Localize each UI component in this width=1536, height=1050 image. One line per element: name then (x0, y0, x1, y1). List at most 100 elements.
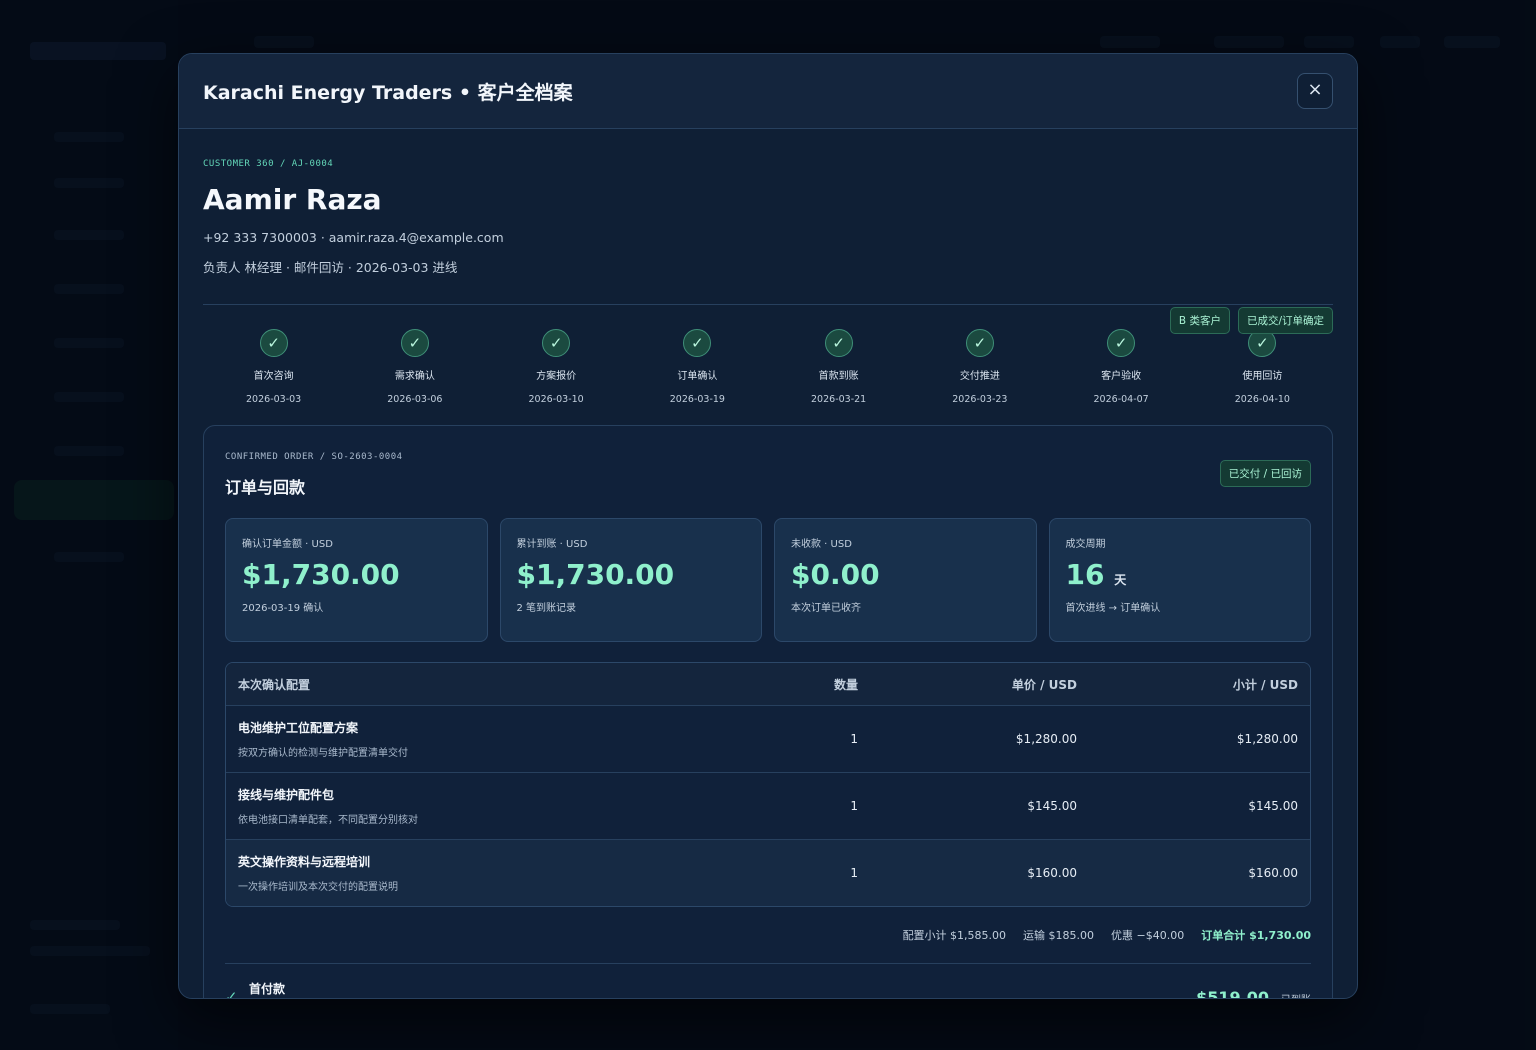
customer-name: Aamir Raza (203, 183, 382, 216)
payment-status: 已到账 (1281, 991, 1311, 998)
item-price: $160.00 (1027, 866, 1077, 880)
kpi-card-received: 累计到账 · USD $1,730.00 2 笔到账记录 (499, 518, 762, 642)
kpi-value: $1,730.00 (516, 558, 675, 591)
customer-owner-line: 负责人 林经理 · 邮件回访 · 2026-03-03 进线 (203, 260, 458, 275)
customer-badges: B 类客户 已成交/订单确定 (1169, 307, 1333, 334)
timeline-step: ✓ 首款到账 2026-03-21 (768, 329, 909, 405)
timeline-step: ✓ 首次咨询 2026-03-03 (203, 329, 344, 405)
modal-header: Karachi Energy Traders • 客户全档案 × (179, 54, 1357, 129)
order-totals: 配置小计 $1,585.00 运输 $185.00 优惠 −$40.00 订单合… (225, 927, 1311, 943)
order-title: 订单与回款 (225, 478, 306, 497)
modal-title: Karachi Energy Traders • 客户全档案 (203, 81, 573, 104)
check-icon: ✓ (542, 329, 571, 357)
timeline-step-date: 2026-03-19 (669, 394, 725, 405)
timeline-step-label: 使用回访 (1242, 371, 1283, 382)
divider (203, 304, 1333, 305)
timeline-step-label: 需求确认 (394, 371, 435, 382)
item-qty: 1 (850, 732, 858, 746)
timeline-step-date: 2026-03-03 (246, 394, 302, 405)
check-icon: ✓ (965, 329, 994, 357)
order-breadcrumb: CONFIRMED ORDER / SO-2603-0004 (225, 452, 403, 462)
check-icon: ✓ (1107, 329, 1136, 357)
item-description: 按双方确认的检测与维护配置清单交付 (238, 748, 408, 759)
order-items-table: 本次确认配置 数量 单价 / USD 小计 / USD 电池维护工位配置方案 按… (225, 662, 1311, 907)
item-name: 英文操作资料与远程培训 (238, 855, 371, 869)
kpi-card-order-amount: 确认订单金额 · USD $1,730.00 2026-03-19 确认 (225, 518, 488, 642)
kpi-label: 成交周期 (1065, 539, 1106, 550)
item-subtotal: $1,280.00 (1236, 732, 1298, 746)
timeline-step-date: 2026-03-21 (811, 394, 867, 405)
timeline-step-label: 客户验收 (1101, 371, 1142, 382)
divider (225, 963, 1311, 964)
column-header-qty: 数量 (833, 677, 858, 692)
item-qty: 1 (850, 866, 858, 880)
table-header-row: 本次确认配置 数量 单价 / USD 小计 / USD (226, 663, 1310, 705)
kpi-label: 累计到账 · USD (516, 539, 588, 550)
customer-breadcrumb: CUSTOMER 360 / AJ-0004 (203, 159, 334, 169)
timeline-step: ✓ 使用回访 2026-04-10 (1192, 329, 1333, 405)
table-row: 接线与维护配件包 依电池接口清单配套，不同配置分别核对 1 $145.00 $1… (226, 772, 1310, 839)
timeline-step: ✓ 客户验收 2026-04-07 (1051, 329, 1192, 405)
close-icon: × (1307, 79, 1323, 100)
kpi-card-outstanding: 未收款 · USD $0.00 本次订单已收齐 (774, 518, 1037, 642)
timeline-step-label: 首次咨询 (253, 371, 294, 382)
config-subtotal: 配置小计 $1,585.00 (902, 929, 1007, 942)
close-button[interactable]: × (1297, 73, 1333, 109)
item-description: 依电池接口清单配套，不同配置分别核对 (238, 815, 418, 826)
column-header-name: 本次确认配置 (238, 677, 311, 692)
kpi-unit: 天 (1114, 573, 1127, 587)
modal-body: CUSTOMER 360 / AJ-0004 Aamir Raza +92 33… (179, 159, 1357, 999)
payment-row: ✓ 首付款 $519.00 已到账 (225, 980, 1311, 999)
kpi-subtext: 本次订单已收齐 (791, 603, 861, 614)
column-header-price: 单价 / USD (1011, 677, 1077, 692)
order-panel: CONFIRMED ORDER / SO-2603-0004 订单与回款 已交付… (203, 425, 1333, 999)
table-row: 电池维护工位配置方案 按双方确认的检测与维护配置清单交付 1 $1,280.00… (226, 705, 1310, 772)
payment-amount-group: $519.00 已到账 (1196, 988, 1311, 999)
item-subtotal: $160.00 (1248, 866, 1298, 880)
item-price: $145.00 (1027, 799, 1077, 813)
timeline-step-label: 方案报价 (536, 371, 577, 382)
timeline-step: ✓ 交付推进 2026-03-23 (909, 329, 1050, 405)
kpi-subtext: 首次进线 → 订单确认 (1065, 603, 1161, 614)
kpi-label: 未收款 · USD (791, 539, 852, 550)
timeline-step-label: 首款到账 (818, 371, 859, 382)
kpi-value: $1,730.00 (242, 558, 400, 591)
item-price: $1,280.00 (1015, 732, 1077, 746)
item-name: 接线与维护配件包 (238, 788, 335, 802)
check-icon: ✓ (400, 329, 429, 357)
timeline-step-date: 2026-04-10 (1234, 394, 1290, 405)
check-icon: ✓ (683, 329, 712, 357)
order-status-badge: 已交付 / 已回访 (1219, 460, 1311, 487)
timeline-step: ✓ 订单确认 2026-03-19 (627, 329, 768, 405)
check-icon: ✓ (225, 988, 238, 999)
kpi-subtext: 2 笔到账记录 (516, 603, 577, 614)
timeline-step: ✓ 方案报价 2026-03-10 (486, 329, 627, 405)
timeline-step: ✓ 需求确认 2026-03-06 (344, 329, 485, 405)
timeline-step-label: 交付推进 (959, 371, 1000, 382)
grand-total: 订单合计 $1,730.00 (1201, 929, 1311, 942)
discount-total: 优惠 −$40.00 (1111, 929, 1185, 942)
timeline-step-date: 2026-03-23 (952, 394, 1008, 405)
kpi-card-deal-cycle: 成交周期 16 天 首次进线 → 订单确认 (1048, 518, 1311, 642)
kpi-subtext: 2026-03-19 确认 (242, 603, 324, 614)
check-icon: ✓ (259, 329, 288, 357)
item-name: 电池维护工位配置方案 (238, 721, 359, 735)
table-row: 英文操作资料与远程培训 一次操作培训及本次交付的配置说明 1 $160.00 $… (226, 839, 1310, 906)
kpi-label: 确认订单金额 · USD (242, 539, 333, 550)
kpi-value: $0.00 (791, 558, 880, 591)
column-header-subtotal: 小计 / USD (1232, 677, 1298, 692)
shipping-total: 运输 $185.00 (1023, 929, 1095, 942)
kpi-row: 确认订单金额 · USD $1,730.00 2026-03-19 确认 累计到… (225, 518, 1311, 642)
kpi-value: 16 天 (1065, 558, 1127, 591)
item-description: 一次操作培训及本次交付的配置说明 (238, 882, 398, 893)
item-subtotal: $145.00 (1248, 799, 1298, 813)
customer-tier-badge: B 类客户 (1169, 307, 1230, 334)
customer-contact: +92 333 7300003 · aamir.raza.4@example.c… (203, 230, 504, 245)
payment-title: 首付款 (249, 982, 286, 996)
payment-amount: $519.00 (1196, 988, 1269, 999)
timeline-step-date: 2026-04-07 (1093, 394, 1149, 405)
timeline-step-date: 2026-03-10 (528, 394, 584, 405)
progress-timeline: ✓ 首次咨询 2026-03-03 ✓ 需求确认 2026-03-06 ✓ 方案… (203, 329, 1333, 405)
customer-profile-modal: Karachi Energy Traders • 客户全档案 × CUSTOME… (178, 53, 1358, 999)
timeline-step-label: 订单确认 (677, 371, 718, 382)
